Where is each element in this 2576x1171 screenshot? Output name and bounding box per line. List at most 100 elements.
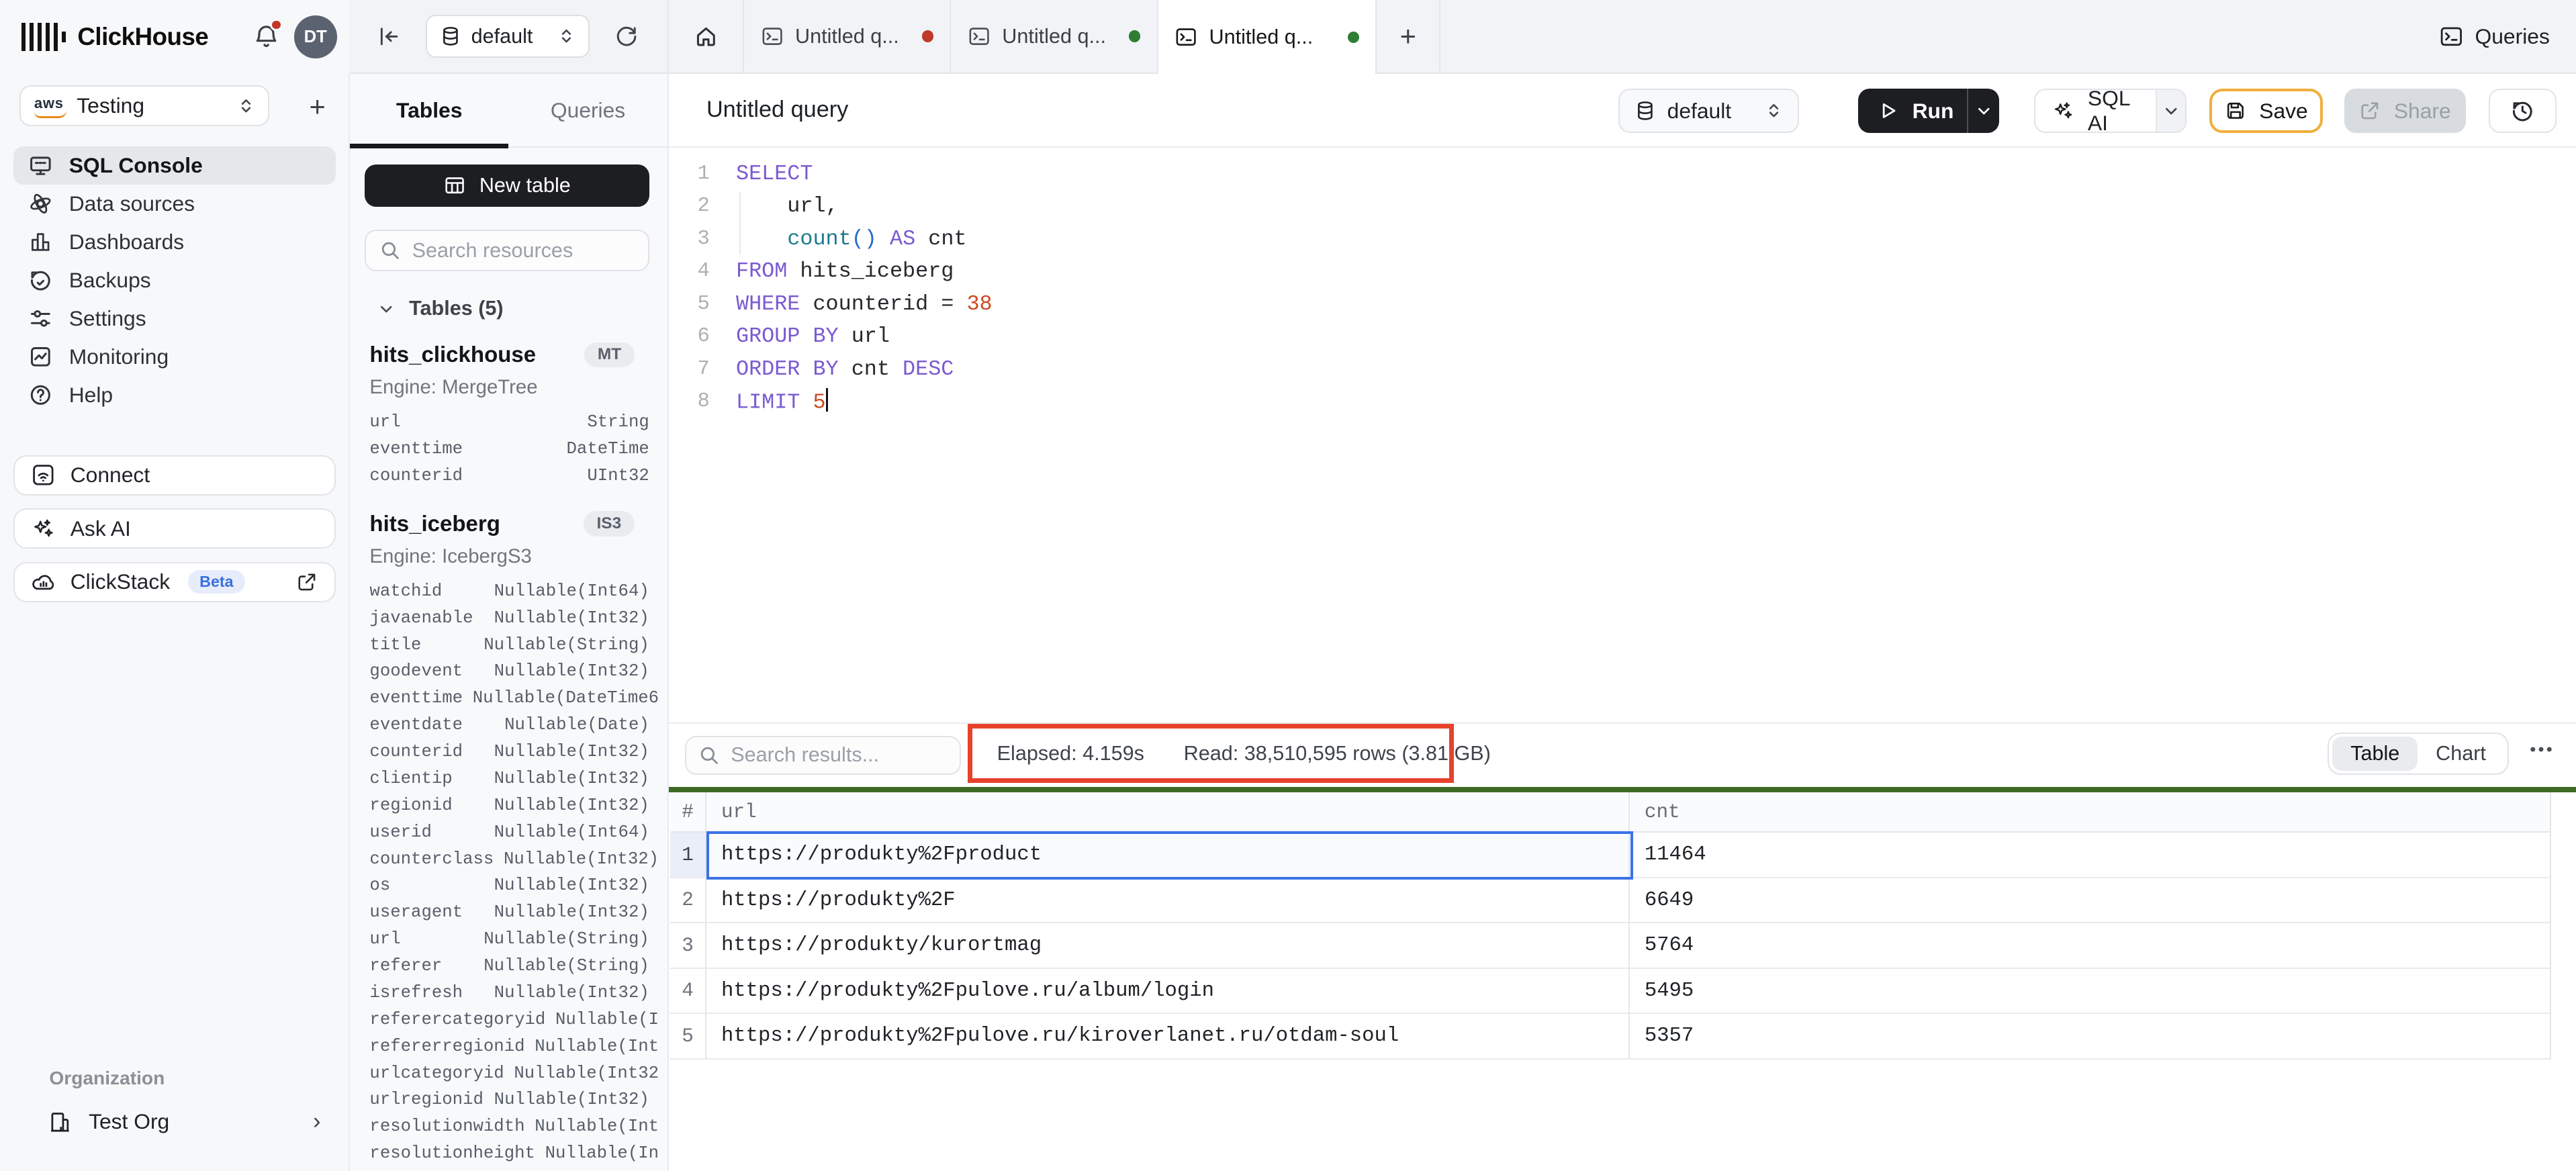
sql-editor[interactable]: 1SELECT2 url,3 count() AS cnt4FROM hits_…	[669, 148, 2576, 722]
schema-column-row[interactable]: referercategoryidNullable(I	[350, 1006, 668, 1033]
editor-line[interactable]: 1SELECT	[669, 158, 2576, 190]
schema-column-row[interactable]: resolutionheightNullable(In	[350, 1140, 668, 1167]
sidebar-item-dashboards[interactable]: Dashboards	[13, 223, 336, 261]
schema-column-row[interactable]: javaenableNullable(Int32)	[350, 604, 668, 631]
tab-untitled-query-2[interactable]: Untitled q...	[951, 0, 1158, 73]
result-row[interactable]: 5https://produkty%2Fpulove.ru/kiroverlan…	[670, 1014, 2550, 1060]
clickstack-button[interactable]: ClickStack Beta	[13, 562, 336, 602]
topbar-database-selector[interactable]: default	[426, 15, 590, 58]
table-entry[interactable]: hits_icebergIS3Engine: IcebergS3watchidN…	[350, 506, 668, 1171]
cnt-cell[interactable]: 5495	[1630, 969, 2550, 1013]
url-cell[interactable]: https://produkty%2Fproduct	[706, 833, 1630, 877]
schema-column-row[interactable]: clientipNullable(Int32)	[350, 765, 668, 792]
editor-line[interactable]: 4FROM hits_iceberg	[669, 255, 2576, 287]
new-table-button[interactable]: New table	[365, 165, 649, 207]
editor-line[interactable]: 5WHERE counterid = 38	[669, 288, 2576, 320]
schema-column-row[interactable]: goodeventNullable(Int32)	[350, 658, 668, 685]
user-avatar[interactable]: DT	[294, 15, 337, 58]
schema-column-row[interactable]: resolutiondepthNullable(In	[350, 1167, 668, 1171]
result-row[interactable]: 1https://produkty%2Fproduct11464	[670, 833, 2550, 878]
tab-untitled-query-1[interactable]: Untitled q...	[744, 0, 951, 73]
tab-queries[interactable]: Queries	[508, 74, 667, 146]
schema-column-row[interactable]: useridNullable(Int64)	[350, 818, 668, 845]
table-entry[interactable]: hits_clickhouseMTEngine: MergeTreeurlStr…	[350, 337, 668, 489]
query-history-button[interactable]	[2489, 89, 2556, 133]
tab-untitled-query-3-active[interactable]: Untitled q...	[1158, 0, 1377, 75]
add-workspace-button[interactable]: +	[297, 87, 337, 127]
schema-column-row[interactable]: watchidNullable(Int64)	[350, 577, 668, 604]
share-button[interactable]: Share	[2344, 89, 2466, 133]
editor-line[interactable]: 2 url,	[669, 190, 2576, 222]
tables-group-header[interactable]: Tables (5)	[350, 292, 668, 325]
sql-ai-options-button[interactable]	[2156, 90, 2185, 132]
schema-column-row[interactable]: counterclassNullable(Int32)	[350, 845, 668, 872]
query-database-selector[interactable]: default	[1618, 89, 1799, 133]
schema-column-row[interactable]: regionidNullable(Int32)	[350, 792, 668, 818]
sidebar-item-backups[interactable]: Backups	[13, 261, 336, 299]
schema-column-row[interactable]: counteridUInt32	[350, 463, 668, 489]
cnt-cell[interactable]: 6649	[1630, 878, 2550, 923]
schema-column-row[interactable]: refererNullable(String)	[350, 953, 668, 980]
result-row[interactable]: 4https://produkty%2Fpulove.ru/album/logi…	[670, 969, 2550, 1015]
sidebar-item-sql-console[interactable]: SQL Console	[13, 146, 336, 185]
tab-tables[interactable]: Tables	[350, 74, 508, 146]
result-row[interactable]: 3https://produkty/kurortmag5764	[670, 923, 2550, 969]
workspace-selector[interactable]: aws Testing	[19, 85, 269, 126]
collapse-sidebar-icon[interactable]	[369, 17, 409, 56]
sidebar-item-settings[interactable]: Settings	[13, 299, 336, 338]
engine-badge: MT	[584, 342, 634, 368]
schema-column-row[interactable]: eventtimeNullable(DateTime6	[350, 685, 668, 712]
sidebar-item-monitoring[interactable]: Monitoring	[13, 338, 336, 376]
home-tab-button[interactable]	[669, 0, 745, 73]
run-button[interactable]: Run	[1858, 89, 1999, 133]
save-button[interactable]: Save	[2209, 89, 2323, 133]
table-name[interactable]: hits_clickhouse	[369, 342, 536, 367]
cnt-cell[interactable]: 5764	[1630, 923, 2550, 968]
schema-column-row[interactable]: counteridNullable(Int32)	[350, 739, 668, 765]
ask-ai-button[interactable]: Ask AI	[13, 508, 336, 549]
editor-line[interactable]: 6GROUP BY url	[669, 320, 2576, 353]
schema-column-row[interactable]: isrefreshNullable(Int32)	[350, 979, 668, 1006]
results-search-input[interactable]	[685, 736, 961, 776]
schema-column-row[interactable]: urlNullable(String)	[350, 926, 668, 953]
results-more-icon[interactable]: •••	[2530, 741, 2555, 759]
organization-item[interactable]: Test Org ›	[13, 1103, 336, 1142]
column-header-url[interactable]: url	[706, 792, 1630, 831]
results-table-header: # url cnt	[670, 792, 2550, 833]
column-header-cnt[interactable]: cnt	[1630, 792, 2550, 831]
url-cell[interactable]: https://produkty/kurortmag	[706, 923, 1630, 968]
view-toggle-table[interactable]: Table	[2332, 737, 2418, 770]
editor-line[interactable]: 8LIMIT 5	[669, 385, 2576, 418]
schema-column-row[interactable]: eventdateNullable(Date)	[350, 712, 668, 739]
url-cell[interactable]: https://produkty%2Fpulove.ru/kiroverlane…	[706, 1014, 1630, 1058]
schema-column-row[interactable]: titleNullable(String)	[350, 631, 668, 658]
column-header-index[interactable]: #	[670, 792, 706, 831]
sidebar-item-data-sources[interactable]: Data sources	[13, 185, 336, 223]
editor-line[interactable]: 3 count() AS cnt	[669, 223, 2576, 255]
result-row[interactable]: 2https://produkty%2F6649	[670, 878, 2550, 924]
refresh-icon[interactable]	[606, 17, 646, 56]
schema-column-row[interactable]: osNullable(Int32)	[350, 872, 668, 899]
queries-button[interactable]: Queries	[2439, 24, 2550, 49]
schema-column-row[interactable]: urlregionidNullable(Int32)	[350, 1086, 668, 1113]
new-tab-button[interactable]: +	[1377, 0, 1440, 73]
cnt-cell[interactable]: 11464	[1630, 833, 2550, 877]
notifications-bell-icon[interactable]	[253, 24, 279, 50]
table-name[interactable]: hits_iceberg	[369, 511, 500, 536]
cnt-cell[interactable]: 5357	[1630, 1014, 2550, 1058]
connect-button[interactable]: Connect	[13, 455, 336, 496]
url-cell[interactable]: https://produkty%2F	[706, 878, 1630, 923]
sidebar-item-help[interactable]: Help	[13, 376, 336, 414]
editor-line[interactable]: 7ORDER BY cnt DESC	[669, 353, 2576, 385]
schema-column-row[interactable]: urlString	[350, 409, 668, 436]
run-options-button[interactable]	[1967, 89, 1999, 133]
view-toggle-chart[interactable]: Chart	[2418, 737, 2504, 770]
schema-column-row[interactable]: resolutionwidthNullable(Int	[350, 1113, 668, 1140]
schema-column-row[interactable]: refererregionidNullable(Int	[350, 1033, 668, 1060]
url-cell[interactable]: https://produkty%2Fpulove.ru/album/login	[706, 969, 1630, 1013]
schema-column-row[interactable]: useragentNullable(Int32)	[350, 899, 668, 926]
schema-column-row[interactable]: eventtimeDateTime	[350, 436, 668, 463]
sql-ai-button[interactable]: SQL AI	[2034, 89, 2187, 133]
schema-column-row[interactable]: urlcategoryidNullable(Int32	[350, 1060, 668, 1086]
resources-search-input[interactable]	[365, 230, 649, 271]
